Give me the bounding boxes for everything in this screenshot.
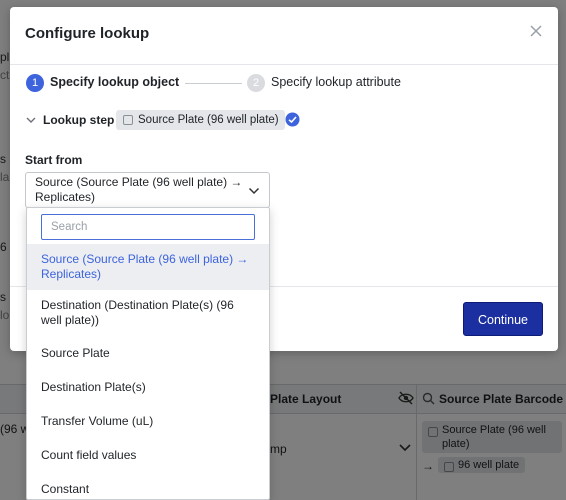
dropdown-option[interactable]: Transfer Volume (uL) [27,404,269,438]
lookup-object-chip-label: Source Plate (96 well plate) [138,114,279,126]
lookup-object-chip: Source Plate (96 well plate) [116,110,285,130]
lookup-step-label: Lookup step [43,113,115,127]
header-divider [10,64,558,65]
search-input[interactable] [41,214,255,240]
dropdown-option[interactable]: Constant [27,472,269,499]
dropdown-option[interactable]: Destination (Destination Plate(s) (96 we… [27,290,269,336]
start-from-dropdown: Source (Source Plate (96 well plate) → R… [26,207,270,500]
step-1-label: Specify lookup object [50,75,180,89]
start-from-select[interactable]: Source (Source Plate (96 well plate) → R… [25,172,270,208]
step-1-number: 1 [26,74,44,92]
chevron-down-icon[interactable] [26,115,36,125]
verified-check-icon [285,112,300,127]
chevron-down-icon [248,187,260,195]
checkbox-icon [123,115,133,125]
dropdown-option[interactable]: Source (Source Plate (96 well plate) → R… [27,244,269,290]
continue-button[interactable]: Continue [463,302,543,336]
step-connector [185,83,242,84]
start-from-value: Source (Source Plate (96 well plate) → R… [35,175,243,204]
dropdown-option[interactable]: Count field values [27,438,269,472]
step-2-number: 2 [247,74,265,92]
start-from-label: Start from [25,153,83,167]
step-2-label: Specify lookup attribute [271,75,401,89]
modal-title: Configure lookup [25,25,150,42]
close-icon[interactable] [528,23,544,39]
dropdown-option[interactable]: Destination Plate(s) [27,370,269,404]
dropdown-option[interactable]: Source Plate [27,336,269,370]
